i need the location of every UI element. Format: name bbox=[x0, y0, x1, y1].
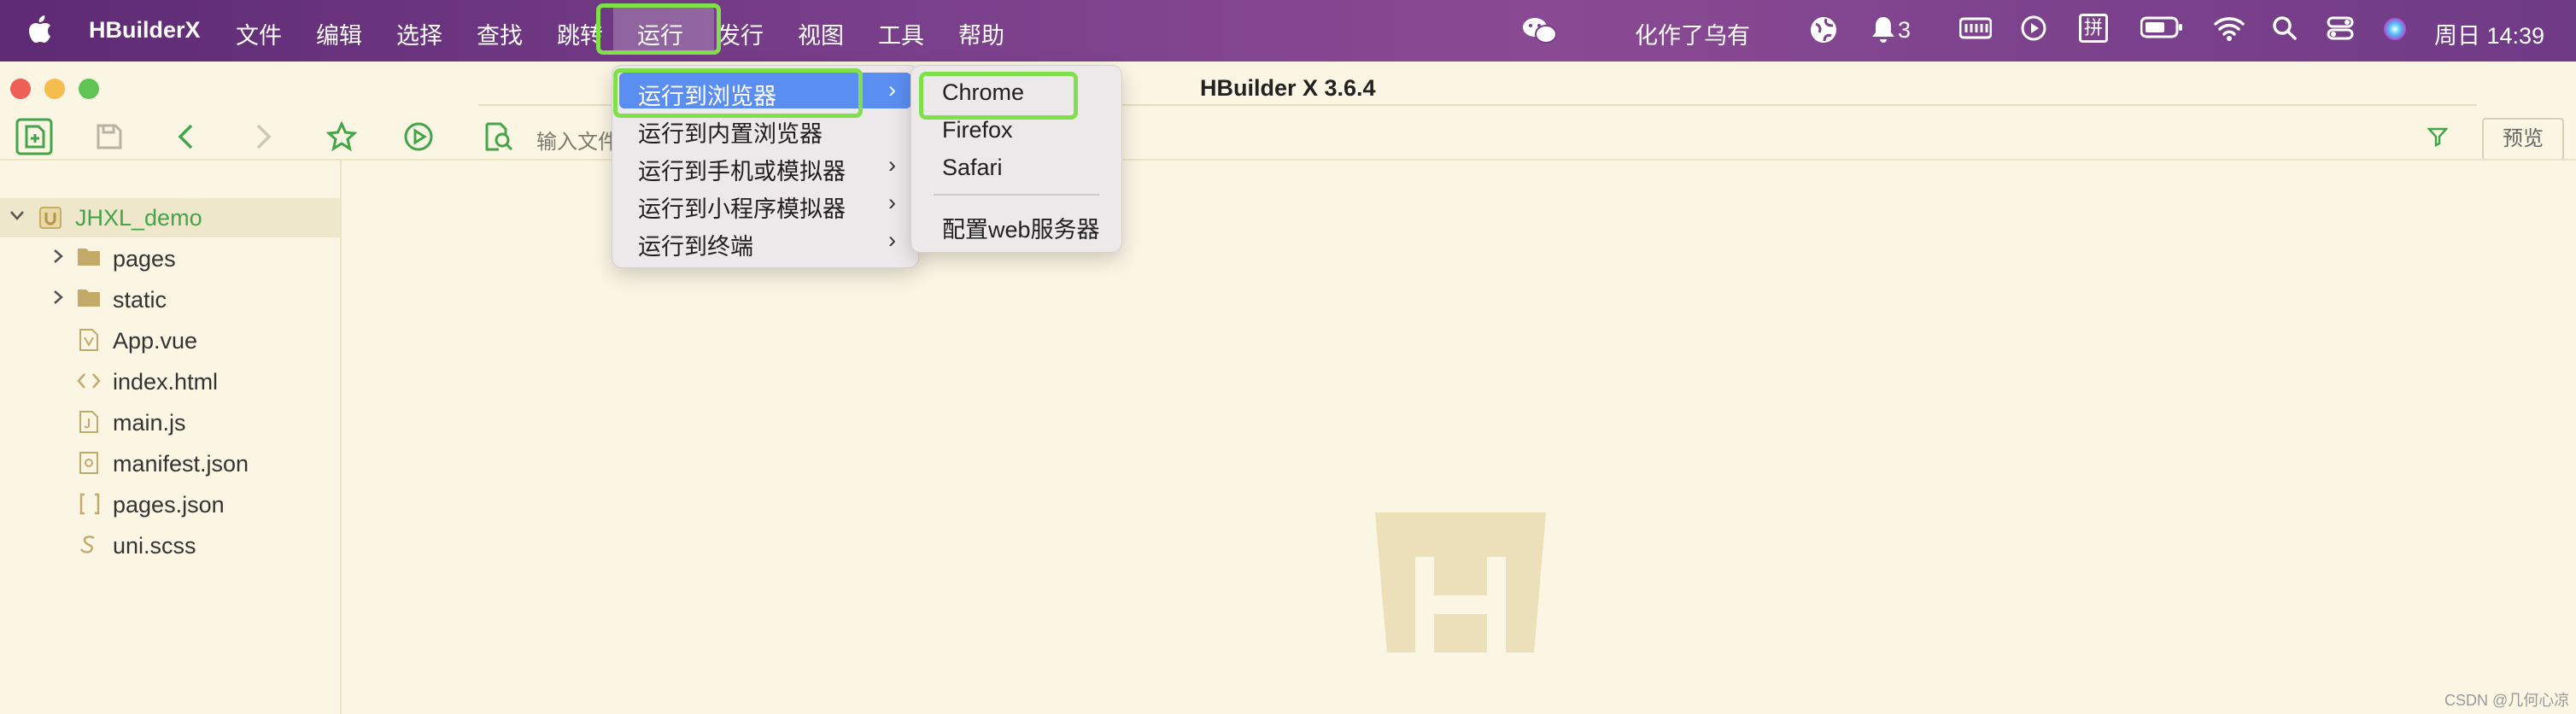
tree-item-manifest-json[interactable]: manifest.json bbox=[0, 444, 340, 483]
chevron-down-icon[interactable] bbox=[9, 207, 26, 229]
app-name-menu[interactable]: HBuilderX bbox=[89, 17, 201, 44]
js-file-icon bbox=[79, 410, 99, 440]
menu-item-run-to-browser[interactable]: 运行到浏览器 › bbox=[619, 73, 911, 109]
html-file-icon bbox=[77, 371, 101, 397]
close-window-button[interactable] bbox=[10, 79, 31, 99]
menu-item-run-to-terminal[interactable]: 运行到终端 › bbox=[619, 223, 911, 260]
status-song-text[interactable]: 化作了乌有 bbox=[1635, 17, 1750, 50]
scss-file-icon bbox=[79, 533, 99, 563]
wechat-icon[interactable] bbox=[1522, 15, 1558, 52]
menu-find[interactable]: 查找 bbox=[477, 17, 523, 50]
zoom-window-button[interactable] bbox=[79, 79, 99, 99]
save-icon[interactable] bbox=[96, 123, 123, 155]
play-circle-icon[interactable] bbox=[2021, 15, 2046, 47]
hbuilder-logo-icon bbox=[1375, 512, 1546, 653]
tree-item-main-js[interactable]: main.js bbox=[0, 403, 340, 442]
submenu-item-label: Firefox bbox=[942, 117, 1013, 143]
tree-project-root[interactable]: JHXL_demo bbox=[0, 198, 340, 237]
tree-item-label: static bbox=[113, 287, 167, 313]
menu-tools[interactable]: 工具 bbox=[878, 17, 924, 50]
submenu-item-label: Chrome bbox=[942, 79, 1025, 105]
menu-publish[interactable]: 发行 bbox=[717, 17, 764, 50]
uniapp-project-icon bbox=[39, 207, 61, 235]
menu-view[interactable]: 视图 bbox=[798, 17, 844, 50]
chevron-right-icon: › bbox=[888, 77, 896, 102]
submenu-item-label: 配置web服务器 bbox=[942, 217, 1100, 243]
menu-help[interactable]: 帮助 bbox=[958, 17, 1004, 50]
chevron-right-icon[interactable] bbox=[50, 289, 67, 311]
menu-item-run-to-phone[interactable]: 运行到手机或模拟器 › bbox=[619, 148, 911, 184]
menu-separator bbox=[934, 194, 1099, 196]
tree-item-pages-json[interactable]: pages.json bbox=[0, 485, 340, 524]
menu-item-label: 运行到手机或模拟器 bbox=[638, 159, 846, 184]
menu-item-label: 运行到终端 bbox=[638, 234, 753, 260]
watermark-text: CSDN @几何心凉 bbox=[2444, 692, 2570, 709]
submenu-item-chrome[interactable]: Chrome bbox=[918, 74, 1115, 110]
run-dropdown-menu: 运行到浏览器 › 运行到内置浏览器 运行到手机或模拟器 › 运行到小程序模拟器 … bbox=[612, 65, 919, 268]
tree-item-label: uni.scss bbox=[113, 533, 196, 559]
tree-item-static[interactable]: static bbox=[0, 280, 340, 319]
submenu-item-firefox[interactable]: Firefox bbox=[918, 112, 1115, 148]
tree-item-app-vue[interactable]: App.vue bbox=[0, 321, 340, 360]
file-search-input[interactable]: 输入文件 bbox=[536, 125, 618, 155]
tree-item-label: pages bbox=[113, 246, 176, 272]
forward-arrow-icon[interactable] bbox=[255, 123, 273, 155]
manifest-file-icon bbox=[79, 451, 99, 481]
macos-menu-bar: HBuilderX 文件 编辑 选择 查找 跳转 运行 发行 视图 工具 帮助 … bbox=[0, 0, 2576, 61]
project-name: JHXL_demo bbox=[75, 205, 202, 231]
menu-goto[interactable]: 跳转 bbox=[557, 17, 603, 50]
menu-run[interactable]: 运行 bbox=[637, 17, 683, 50]
wifi-icon[interactable] bbox=[2214, 15, 2245, 47]
submenu-item-safari[interactable]: Safari bbox=[918, 149, 1115, 185]
file-search-icon[interactable] bbox=[483, 121, 514, 156]
tree-item-label: pages.json bbox=[113, 492, 225, 518]
battery-icon[interactable] bbox=[2140, 15, 2183, 45]
back-arrow-icon[interactable] bbox=[176, 123, 195, 155]
menu-select[interactable]: 选择 bbox=[396, 17, 442, 50]
menu-item-label: 运行到小程序模拟器 bbox=[638, 196, 846, 222]
siri-icon[interactable] bbox=[2381, 15, 2409, 49]
notification-bell-icon[interactable] bbox=[1871, 15, 1896, 50]
chevron-right-icon: › bbox=[888, 152, 896, 178]
folder-icon bbox=[77, 287, 101, 313]
menu-item-run-to-miniprogram[interactable]: 运行到小程序模拟器 › bbox=[619, 185, 911, 222]
chevron-right-icon: › bbox=[888, 227, 896, 253]
sidebar-divider bbox=[340, 161, 342, 714]
minimize-window-button[interactable] bbox=[44, 79, 65, 99]
submenu-item-label: Safari bbox=[942, 155, 1003, 180]
notification-count: 3 bbox=[1898, 17, 1912, 43]
run-play-icon[interactable] bbox=[403, 121, 434, 156]
browser-submenu: Chrome Firefox Safari 配置web服务器 bbox=[910, 65, 1122, 253]
ime-pinyin-icon[interactable]: 拼 bbox=[2079, 14, 2108, 43]
new-file-icon[interactable] bbox=[15, 118, 53, 160]
tree-item-label: manifest.json bbox=[113, 451, 249, 477]
search-icon[interactable] bbox=[2272, 15, 2298, 47]
submenu-item-config-web-server[interactable]: 配置web服务器 bbox=[918, 206, 1115, 243]
toolbar-divider bbox=[0, 159, 2576, 161]
filter-icon[interactable] bbox=[2427, 126, 2449, 151]
apple-menu-icon[interactable] bbox=[27, 15, 53, 50]
tree-item-label: App.vue bbox=[113, 328, 198, 354]
json-file-icon bbox=[79, 492, 101, 522]
tree-item-label: index.html bbox=[113, 369, 219, 395]
tree-item-uni-scss[interactable]: uni.scss bbox=[0, 526, 340, 565]
vue-file-icon bbox=[79, 328, 99, 358]
menu-file[interactable]: 文件 bbox=[236, 17, 282, 50]
favorite-star-icon[interactable] bbox=[325, 120, 358, 156]
clock[interactable]: 周日 14:39 bbox=[2434, 17, 2544, 50]
preview-button[interactable]: 预览 bbox=[2482, 118, 2564, 161]
chevron-right-icon: › bbox=[888, 190, 896, 215]
menu-item-label: 运行到浏览器 bbox=[638, 84, 776, 109]
tree-item-label: main.js bbox=[113, 410, 186, 436]
globe-icon[interactable] bbox=[1809, 15, 1838, 50]
menu-item-label: 运行到内置浏览器 bbox=[638, 121, 823, 147]
tree-item-index-html[interactable]: index.html bbox=[0, 362, 340, 401]
chevron-right-icon[interactable] bbox=[50, 248, 67, 270]
keyboard-icon[interactable] bbox=[1958, 15, 1993, 47]
menu-edit[interactable]: 编辑 bbox=[316, 17, 362, 50]
menu-item-run-to-builtin-browser[interactable]: 运行到内置浏览器 bbox=[619, 110, 911, 147]
folder-icon bbox=[77, 246, 101, 272]
tree-item-pages[interactable]: pages bbox=[0, 239, 340, 278]
control-center-icon[interactable] bbox=[2327, 15, 2354, 47]
